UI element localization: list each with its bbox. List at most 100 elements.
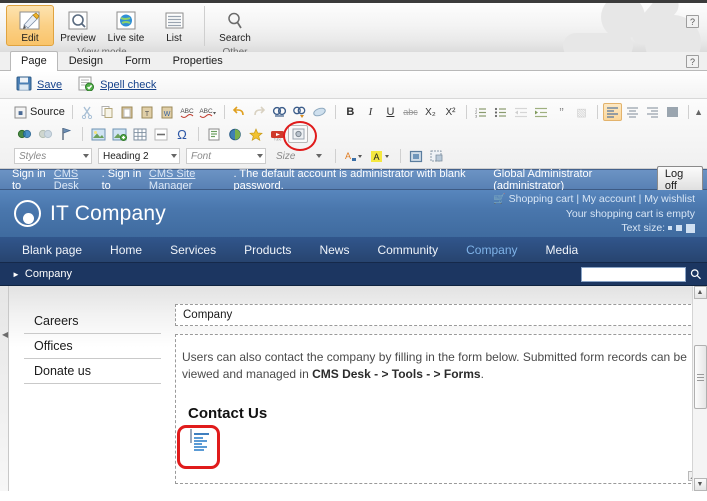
- nav-item-blank-page[interactable]: Blank page: [8, 243, 96, 257]
- spellcheck-options-icon[interactable]: ABC: [198, 103, 218, 121]
- editor-toolbar-row-2: Ω Tube: [2, 121, 707, 151]
- anchor-icon[interactable]: [56, 125, 76, 143]
- align-justify-button[interactable]: [663, 103, 682, 121]
- show-blocks-button[interactable]: [427, 147, 447, 165]
- text-color-button[interactable]: A: [341, 147, 367, 165]
- shopping-cart-link[interactable]: Shopping cart: [509, 193, 574, 205]
- source-button[interactable]: ■ Source: [14, 106, 65, 119]
- my-account-link[interactable]: My account: [582, 193, 636, 205]
- spellcheck-icon[interactable]: ABC: [178, 103, 197, 121]
- nav-item-news[interactable]: News: [305, 243, 363, 257]
- nav-item-company[interactable]: Company: [452, 243, 531, 257]
- paste-word-icon[interactable]: W: [158, 103, 177, 121]
- nav-item-community[interactable]: Community: [363, 243, 452, 257]
- spell-check-button[interactable]: Spell check: [78, 76, 156, 94]
- site-search: ⚲: [580, 264, 705, 283]
- tab-design[interactable]: Design: [58, 51, 114, 70]
- cms-desk-link[interactable]: CMS Desk: [54, 168, 102, 192]
- text-size-label: Text size:: [621, 222, 666, 234]
- align-left-button[interactable]: [602, 103, 622, 121]
- cms-site-manager-link[interactable]: CMS Site Manager: [149, 168, 234, 192]
- image-icon[interactable]: [88, 125, 108, 143]
- content-scrollbar[interactable]: ▲ ▼: [692, 286, 707, 491]
- size-select[interactable]: Size: [272, 148, 324, 164]
- bold-button[interactable]: B: [341, 103, 360, 121]
- horizontal-rule-icon[interactable]: [151, 125, 171, 143]
- subscript-button[interactable]: X₂: [421, 103, 440, 121]
- tab-form[interactable]: Form: [114, 51, 162, 70]
- underline-button[interactable]: U: [381, 103, 400, 121]
- copy-icon[interactable]: [98, 103, 117, 121]
- special-character-icon[interactable]: Ω: [172, 125, 192, 143]
- scroll-down-button[interactable]: ▼: [693, 478, 707, 491]
- replace-icon[interactable]: [290, 103, 309, 121]
- tab-properties[interactable]: Properties: [162, 51, 234, 70]
- header-links-row: 🛒 Shopping cart | My account | My wishli…: [493, 193, 695, 205]
- styles-select[interactable]: Styles: [14, 148, 92, 164]
- undo-icon[interactable]: [230, 103, 249, 121]
- youtube-icon[interactable]: Tube: [267, 125, 287, 143]
- my-wishlist-link[interactable]: My wishlist: [644, 193, 695, 205]
- nav-item-home[interactable]: Home: [96, 243, 156, 257]
- maximize-button[interactable]: [406, 147, 426, 165]
- align-right-button[interactable]: [643, 103, 662, 121]
- toolbar-collapse-icon[interactable]: ▲: [694, 107, 703, 117]
- flash-icon[interactable]: [225, 125, 245, 143]
- help-icon[interactable]: ?: [686, 15, 699, 28]
- tab-page[interactable]: Page: [10, 51, 58, 71]
- source-icon: ■: [14, 106, 27, 118]
- paste-text-icon[interactable]: T: [138, 103, 157, 121]
- remove-format-icon[interactable]: [310, 103, 329, 121]
- text-size-small-button[interactable]: [668, 226, 672, 231]
- page-break-icon[interactable]: [204, 125, 224, 143]
- paste-icon[interactable]: [118, 103, 137, 121]
- cut-icon[interactable]: [78, 103, 97, 121]
- insert-widget-icon[interactable]: [283, 121, 317, 151]
- editable-zone-body[interactable]: Users can also contact the company by fi…: [175, 334, 701, 484]
- italic-button[interactable]: I: [361, 103, 380, 121]
- link-icon[interactable]: [14, 125, 34, 143]
- nav-item-services[interactable]: Services: [156, 243, 230, 257]
- format-select[interactable]: Heading 2: [98, 148, 180, 164]
- find-icon[interactable]: [270, 103, 289, 121]
- site-logo[interactable]: IT Company: [14, 200, 166, 227]
- form-widget-icon[interactable]: [190, 429, 209, 451]
- view-mode-live-site-button[interactable]: Live site: [102, 5, 150, 46]
- view-mode-edit-button[interactable]: Edit: [6, 5, 54, 46]
- redo-icon[interactable]: [250, 103, 269, 121]
- editable-zone-title[interactable]: Company: [175, 304, 701, 326]
- text-size-large-button[interactable]: [686, 223, 695, 233]
- search-input[interactable]: [580, 266, 686, 282]
- scroll-up-button[interactable]: ▲: [693, 286, 707, 299]
- align-center-button[interactable]: [623, 103, 642, 121]
- tabstrip-help-icon[interactable]: ?: [686, 55, 699, 68]
- superscript-button[interactable]: X²: [441, 103, 460, 121]
- nav-item-media[interactable]: Media: [532, 243, 593, 257]
- numbered-list-button[interactable]: 123: [472, 103, 491, 121]
- bulleted-list-button[interactable]: [492, 103, 511, 121]
- outdent-button[interactable]: [512, 103, 531, 121]
- scrollbar-thumb[interactable]: [693, 345, 707, 409]
- sidebar-item-careers[interactable]: Careers: [24, 309, 161, 334]
- nav-item-products[interactable]: Products: [230, 243, 305, 257]
- blockquote-button[interactable]: ”: [552, 103, 571, 121]
- save-button[interactable]: Save: [16, 76, 62, 94]
- sidebar-item-offices[interactable]: Offices: [24, 334, 161, 359]
- unlink-icon[interactable]: [35, 125, 55, 143]
- search-button[interactable]: Search: [211, 5, 259, 46]
- insert-media-icon[interactable]: [109, 125, 129, 143]
- create-div-button[interactable]: ▧: [572, 103, 591, 121]
- ribbon-toolbar: Edit Preview Live site List Search ?: [0, 0, 707, 52]
- search-magnifier-icon[interactable]: ⚲: [686, 264, 705, 283]
- view-mode-preview-button[interactable]: Preview: [54, 5, 102, 46]
- font-select[interactable]: Font: [186, 148, 266, 164]
- editor-toolbar-row-3: Styles Heading 2 Font Size A A: [2, 145, 707, 167]
- sidebar-item-donate-us[interactable]: Donate us: [24, 359, 161, 384]
- indent-button[interactable]: [532, 103, 551, 121]
- background-color-button[interactable]: A: [368, 147, 394, 165]
- favorite-icon[interactable]: [246, 125, 266, 143]
- strikethrough-button[interactable]: abc: [401, 103, 420, 121]
- text-size-medium-button[interactable]: [676, 225, 682, 232]
- table-icon[interactable]: [130, 125, 150, 143]
- view-mode-list-button[interactable]: List: [150, 5, 198, 46]
